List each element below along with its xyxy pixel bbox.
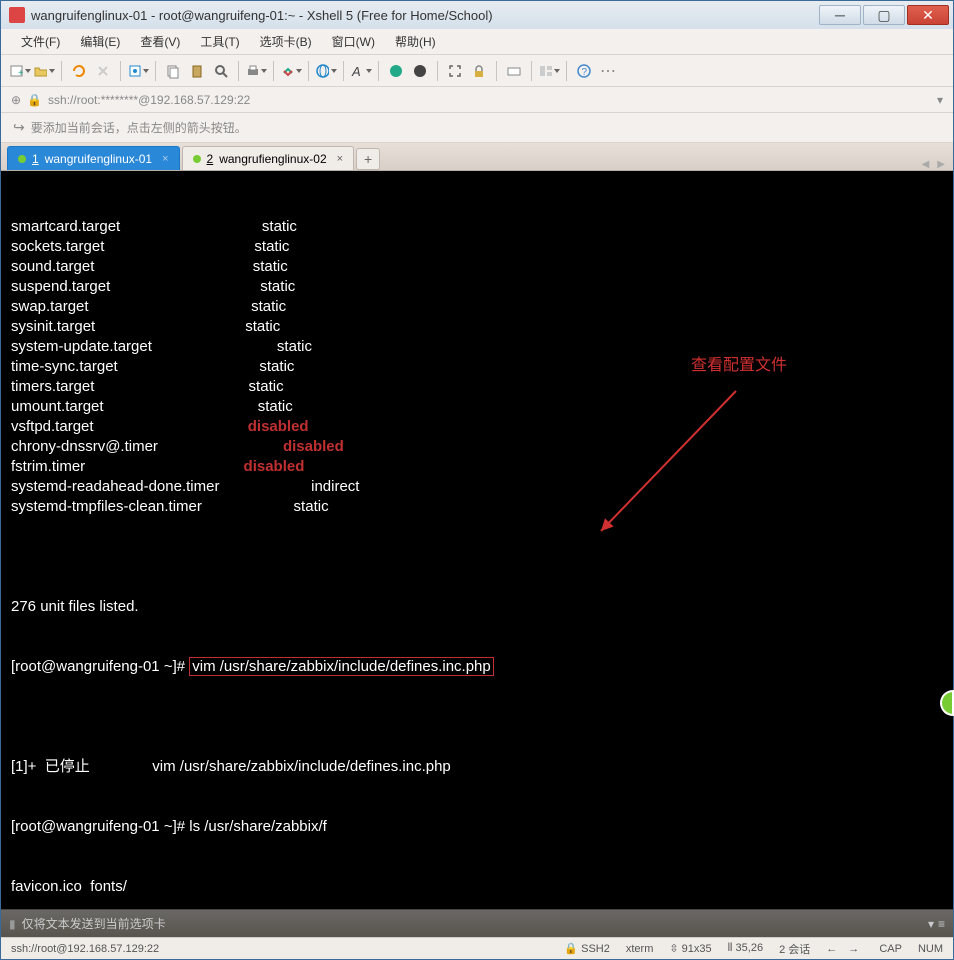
unit-line: systemd-tmpfiles-clean.timer static xyxy=(11,497,943,517)
hint-text: 要添加当前会话，点击左侧的箭头按钮。 xyxy=(31,119,247,136)
window-title: wangruifenglinux-01 - root@wangruifeng-0… xyxy=(31,8,817,23)
hint-bar: ↪ 要添加当前会话，点击左侧的箭头按钮。 xyxy=(1,113,953,143)
unit-line: smartcard.target static xyxy=(11,217,943,237)
tab-next-icon[interactable]: ▶ xyxy=(937,159,945,170)
tab-close-icon[interactable]: × xyxy=(162,153,168,165)
svg-text:A: A xyxy=(351,64,361,79)
titlebar: wangruifenglinux-01 - root@wangruifeng-0… xyxy=(1,1,953,29)
vim-command-boxed: vim /usr/share/zabbix/include/defines.in… xyxy=(189,657,494,676)
status-size: 91x35 xyxy=(682,943,712,955)
transfer-button[interactable] xyxy=(280,60,302,82)
unit-line: umount.target static xyxy=(11,397,943,417)
status-num: NUM xyxy=(918,943,943,955)
unit-line: systemd-readahead-done.timer indirect xyxy=(11,477,943,497)
minimize-button[interactable]: ─ xyxy=(819,5,861,25)
disconnect-button[interactable] xyxy=(92,60,114,82)
tab-close-icon[interactable]: × xyxy=(337,153,343,165)
unit-line: system-update.target static xyxy=(11,337,943,357)
address-text[interactable]: ssh://root:********@192.168.57.129:22 xyxy=(48,93,250,107)
menu-window[interactable]: 窗口(W) xyxy=(322,29,385,54)
terminal[interactable]: smartcard.target staticsockets.target st… xyxy=(1,171,953,909)
hint-arrow-icon[interactable]: ↪ xyxy=(13,119,25,136)
unit-line: fstrim.timer disabled xyxy=(11,457,943,477)
summary-line: 276 unit files listed. xyxy=(11,597,943,617)
copy-button[interactable] xyxy=(162,60,184,82)
status-term: xterm xyxy=(626,943,654,955)
input-placeholder: 仅将文本发送到当前选项卡 xyxy=(22,915,166,932)
tab-add-button[interactable]: + xyxy=(356,148,380,170)
layout-button[interactable] xyxy=(538,60,560,82)
menubar: 文件(F) 编辑(E) 查看(V) 工具(T) 选项卡(B) 窗口(W) 帮助(… xyxy=(1,29,953,55)
svg-text:+: + xyxy=(18,68,23,79)
unit-line: chrony-dnssrv@.timer disabled xyxy=(11,437,943,457)
paste-button[interactable] xyxy=(186,60,208,82)
status-dot-icon xyxy=(18,155,26,163)
tab-prev-icon[interactable]: ◀ xyxy=(922,159,930,170)
input-lead-icon: ▮ xyxy=(9,917,16,931)
menu-view[interactable]: 查看(V) xyxy=(130,29,190,54)
status-bar: ssh://root@192.168.57.129:22 🔒 SSH2 xter… xyxy=(1,937,953,959)
status-pos: 35,26 xyxy=(736,942,764,954)
unit-line: time-sync.target static xyxy=(11,357,943,377)
status-sessions: 2 会话 xyxy=(779,941,810,957)
reconnect-button[interactable] xyxy=(68,60,90,82)
maximize-button[interactable]: ▢ xyxy=(863,5,905,25)
unit-line: vsftpd.target disabled xyxy=(11,417,943,437)
status-dot-icon xyxy=(193,155,201,163)
open-button[interactable] xyxy=(33,60,55,82)
unit-line: swap.target static xyxy=(11,297,943,317)
input-toggle-icon[interactable]: ≡ xyxy=(938,917,945,931)
status-caps: CAP xyxy=(879,943,902,955)
status-connection: ssh://root@192.168.57.129:22 xyxy=(11,943,548,955)
unit-line: sockets.target static xyxy=(11,237,943,257)
lock-button[interactable] xyxy=(468,60,490,82)
menu-help[interactable]: 帮助(H) xyxy=(385,29,446,54)
find-button[interactable] xyxy=(210,60,232,82)
menu-tools[interactable]: 工具(T) xyxy=(190,29,249,54)
properties-button[interactable] xyxy=(127,60,149,82)
status-protocol: SSH2 xyxy=(581,943,610,955)
theme-button[interactable] xyxy=(409,60,431,82)
menu-file[interactable]: 文件(F) xyxy=(11,29,70,54)
menu-tabs[interactable]: 选项卡(B) xyxy=(250,29,322,54)
unit-line: timers.target static xyxy=(11,377,943,397)
toolbar: + A ? ⋯ xyxy=(1,55,953,87)
input-bar[interactable]: ▮ 仅将文本发送到当前选项卡 ▾ ≡ xyxy=(1,909,953,937)
status-nav[interactable]: ← → xyxy=(826,943,863,955)
color-button[interactable] xyxy=(385,60,407,82)
keyboard-button[interactable] xyxy=(503,60,525,82)
addr-add-icon[interactable]: ⊕ xyxy=(11,93,21,107)
close-button[interactable]: ✕ xyxy=(907,5,949,25)
font-button[interactable]: A xyxy=(350,60,372,82)
tab-session-2[interactable]: 2 wangrufienglinux-02 × xyxy=(182,146,355,170)
unit-line: sound.target static xyxy=(11,257,943,277)
prompt-line: [root@wangruifeng-01 ~]# vim /usr/share/… xyxy=(11,657,943,677)
new-session-button[interactable]: + xyxy=(9,60,31,82)
help-button[interactable]: ? xyxy=(573,60,595,82)
addr-dropdown-icon[interactable]: ▾ xyxy=(937,93,943,107)
address-bar: ⊕ 🔒 ssh://root:********@192.168.57.129:2… xyxy=(1,87,953,113)
lock-icon: 🔒 xyxy=(564,943,578,955)
fullscreen-button[interactable] xyxy=(444,60,466,82)
unit-line: sysinit.target static xyxy=(11,317,943,337)
print-button[interactable] xyxy=(245,60,267,82)
input-dropdown-icon[interactable]: ▾ xyxy=(928,917,934,931)
unit-line: suspend.target static xyxy=(11,277,943,297)
more-button[interactable]: ⋯ xyxy=(597,60,619,82)
lock-icon: 🔒 xyxy=(27,93,42,107)
tab-bar: 1 wangruifenglinux-01 × 2 wangrufienglin… xyxy=(1,143,953,171)
svg-text:?: ? xyxy=(582,67,588,78)
app-icon xyxy=(9,7,25,23)
tab-session-1[interactable]: 1 wangruifenglinux-01 × xyxy=(7,146,180,170)
menu-edit[interactable]: 编辑(E) xyxy=(70,29,130,54)
globe-button[interactable] xyxy=(315,60,337,82)
